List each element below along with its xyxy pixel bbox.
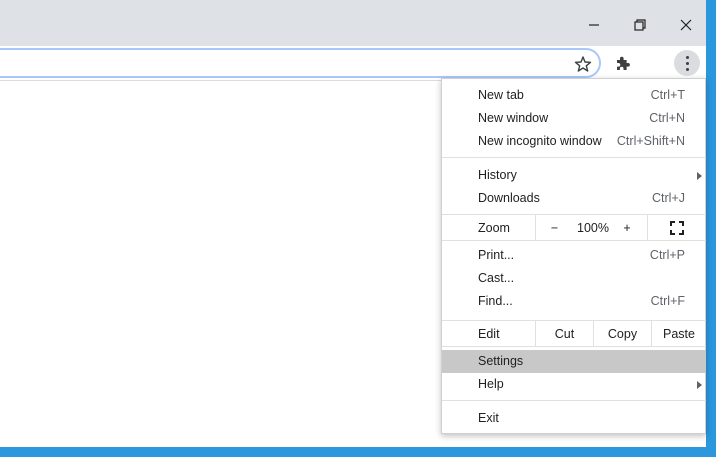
menu-item-exit[interactable]: Exit [442, 407, 706, 430]
menu-item-history[interactable]: History [442, 164, 706, 187]
menu-item-label: New window [478, 111, 549, 125]
cut-button[interactable]: Cut [535, 321, 593, 346]
paste-button[interactable]: Paste [651, 321, 706, 346]
menu-item-label: New tab [478, 88, 524, 102]
menu-item-new-incognito-window[interactable]: New incognito window Ctrl+Shift+N [442, 130, 706, 153]
menu-item-label: Downloads [478, 191, 540, 205]
bookmark-button[interactable] [573, 54, 593, 74]
copy-button[interactable]: Copy [593, 321, 651, 346]
menu-row-zoom: Zoom − 100% + [442, 215, 706, 240]
fullscreen-icon [670, 220, 684, 235]
zoom-label: Zoom [478, 221, 510, 235]
menu-item-label: New incognito window [478, 134, 602, 148]
paste-label: Paste [663, 326, 695, 341]
zoom-in-label: + [623, 220, 631, 235]
zoom-out-label: − [550, 220, 559, 235]
fullscreen-button[interactable] [647, 215, 706, 240]
close-icon [680, 19, 692, 31]
menu-item-shortcut: Ctrl+N [649, 111, 685, 125]
menu-item-help[interactable]: Help [442, 373, 706, 396]
menu-item-settings[interactable]: Settings [442, 350, 706, 373]
menu-item-label: History [478, 168, 517, 182]
minimize-button[interactable] [577, 10, 611, 40]
puzzle-icon [617, 56, 630, 70]
menu-item-new-window[interactable]: New window Ctrl+N [442, 107, 706, 130]
kebab-menu-icon [685, 55, 689, 59]
zoom-value: 100% [577, 220, 609, 235]
edit-label: Edit [478, 327, 500, 341]
menu-separator [442, 157, 706, 158]
menu-item-shortcut: Ctrl+F [650, 294, 685, 308]
menu-item-label: Cast... [478, 271, 515, 285]
toolbar [0, 46, 706, 81]
minimize-icon [589, 24, 599, 26]
restore-button[interactable] [623, 10, 657, 40]
menu-separator [442, 400, 706, 401]
submenu-arrow-icon [697, 172, 702, 180]
menu-item-cast[interactable]: Cast... [442, 267, 706, 290]
menu-separator [442, 240, 706, 241]
menu-item-downloads[interactable]: Downloads Ctrl+J [442, 187, 706, 210]
chrome-menu-button[interactable] [674, 50, 700, 76]
menu-row-edit: Edit Cut Copy Paste [442, 321, 706, 346]
zoom-in-button[interactable]: + [610, 215, 644, 240]
restore-icon [634, 19, 646, 31]
address-bar[interactable] [0, 48, 601, 78]
menu-item-label: Settings [478, 354, 524, 368]
star-icon [574, 56, 592, 72]
submenu-arrow-icon [697, 381, 702, 389]
copy-label: Copy [607, 326, 638, 341]
cut-label: Cut [554, 326, 575, 341]
menu-item-new-tab[interactable]: New tab Ctrl+T [442, 84, 706, 107]
menu-item-label: Find... [478, 294, 513, 308]
menu-item-label: Help [478, 377, 504, 391]
menu-separator [442, 346, 706, 347]
menu-item-shortcut: Ctrl+Shift+N [616, 134, 685, 148]
menu-item-label: Exit [478, 411, 499, 425]
menu-item-shortcut: Ctrl+T [650, 88, 685, 102]
menu-item-label: Print... [478, 248, 515, 262]
menu-item-shortcut: Ctrl+J [652, 191, 685, 205]
close-window-button[interactable] [669, 10, 703, 40]
chrome-menu: New tab Ctrl+T New window Ctrl+N New inc… [441, 78, 706, 434]
menu-item-shortcut: Ctrl+P [649, 248, 685, 262]
menu-item-find[interactable]: Find... Ctrl+F [442, 290, 706, 313]
extensions-button[interactable] [613, 54, 633, 74]
title-bar [0, 0, 706, 49]
menu-item-print[interactable]: Print... Ctrl+P [442, 244, 706, 267]
